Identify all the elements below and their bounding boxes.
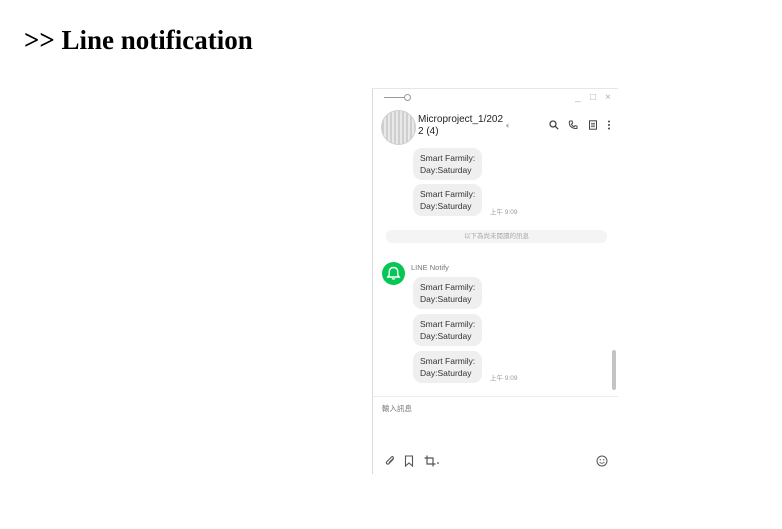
minimize-button[interactable]: _: [575, 92, 581, 104]
message-time: 上午 9:09: [490, 375, 518, 382]
message-bubble: Smart Farmily: Day:Saturday: [413, 148, 483, 180]
message-text: Day:Saturday: [420, 368, 472, 378]
search-icon[interactable]: [549, 120, 559, 133]
divider-line: [372, 396, 618, 397]
line-notify-avatar[interactable]: [382, 262, 405, 285]
more-icon[interactable]: [607, 120, 611, 133]
message-bubble: Smart Farmily: Day:Saturday: [413, 277, 483, 309]
message-text: Smart Farmily:: [420, 282, 476, 292]
unread-divider: 以下為尚未閱讀的訊息: [386, 230, 607, 243]
sender-name: LINE Notify: [411, 263, 449, 272]
message-text: Day:Saturday: [420, 201, 472, 211]
emoji-icon[interactable]: [596, 455, 608, 469]
drag-handle-icon[interactable]: [384, 94, 411, 101]
bookmark-icon[interactable]: [404, 455, 414, 469]
bell-icon: [386, 266, 401, 280]
sound-icon: 🔈︎: [506, 121, 511, 130]
message-time: 上午 9:09: [490, 209, 518, 216]
message-text: Smart Farmily:: [420, 319, 476, 329]
attach-icon[interactable]: [385, 455, 396, 469]
notes-icon[interactable]: [588, 120, 598, 133]
message-bubble: Smart Farmily: Day:Saturday: [413, 351, 483, 383]
message-text: Day:Saturday: [420, 294, 472, 304]
message-bubble: Smart Farmily: Day:Saturday: [413, 184, 483, 216]
message-text: Day:Saturday: [420, 331, 472, 341]
phone-icon[interactable]: [568, 120, 578, 133]
message-text: Smart Farmily:: [420, 189, 476, 199]
message-input[interactable]: [382, 404, 602, 413]
crop-icon[interactable]: [424, 455, 440, 469]
page-heading: >> Line notification: [24, 25, 253, 55]
scrollbar[interactable]: [612, 350, 616, 390]
message-bubble: Smart Farmily: Day:Saturday: [413, 314, 483, 346]
message-text: Day:Saturday: [420, 165, 472, 175]
group-avatar[interactable]: [381, 110, 416, 145]
line-chat-window: _ □ × Microproject_1/2022 (4) 🔈︎ Smart F…: [372, 88, 618, 474]
close-button[interactable]: ×: [605, 92, 611, 104]
message-text: Smart Farmily:: [420, 356, 476, 366]
maximize-button[interactable]: □: [590, 92, 596, 104]
chat-title: Microproject_1/2022 (4): [418, 114, 504, 137]
message-text: Smart Farmily:: [420, 153, 476, 163]
